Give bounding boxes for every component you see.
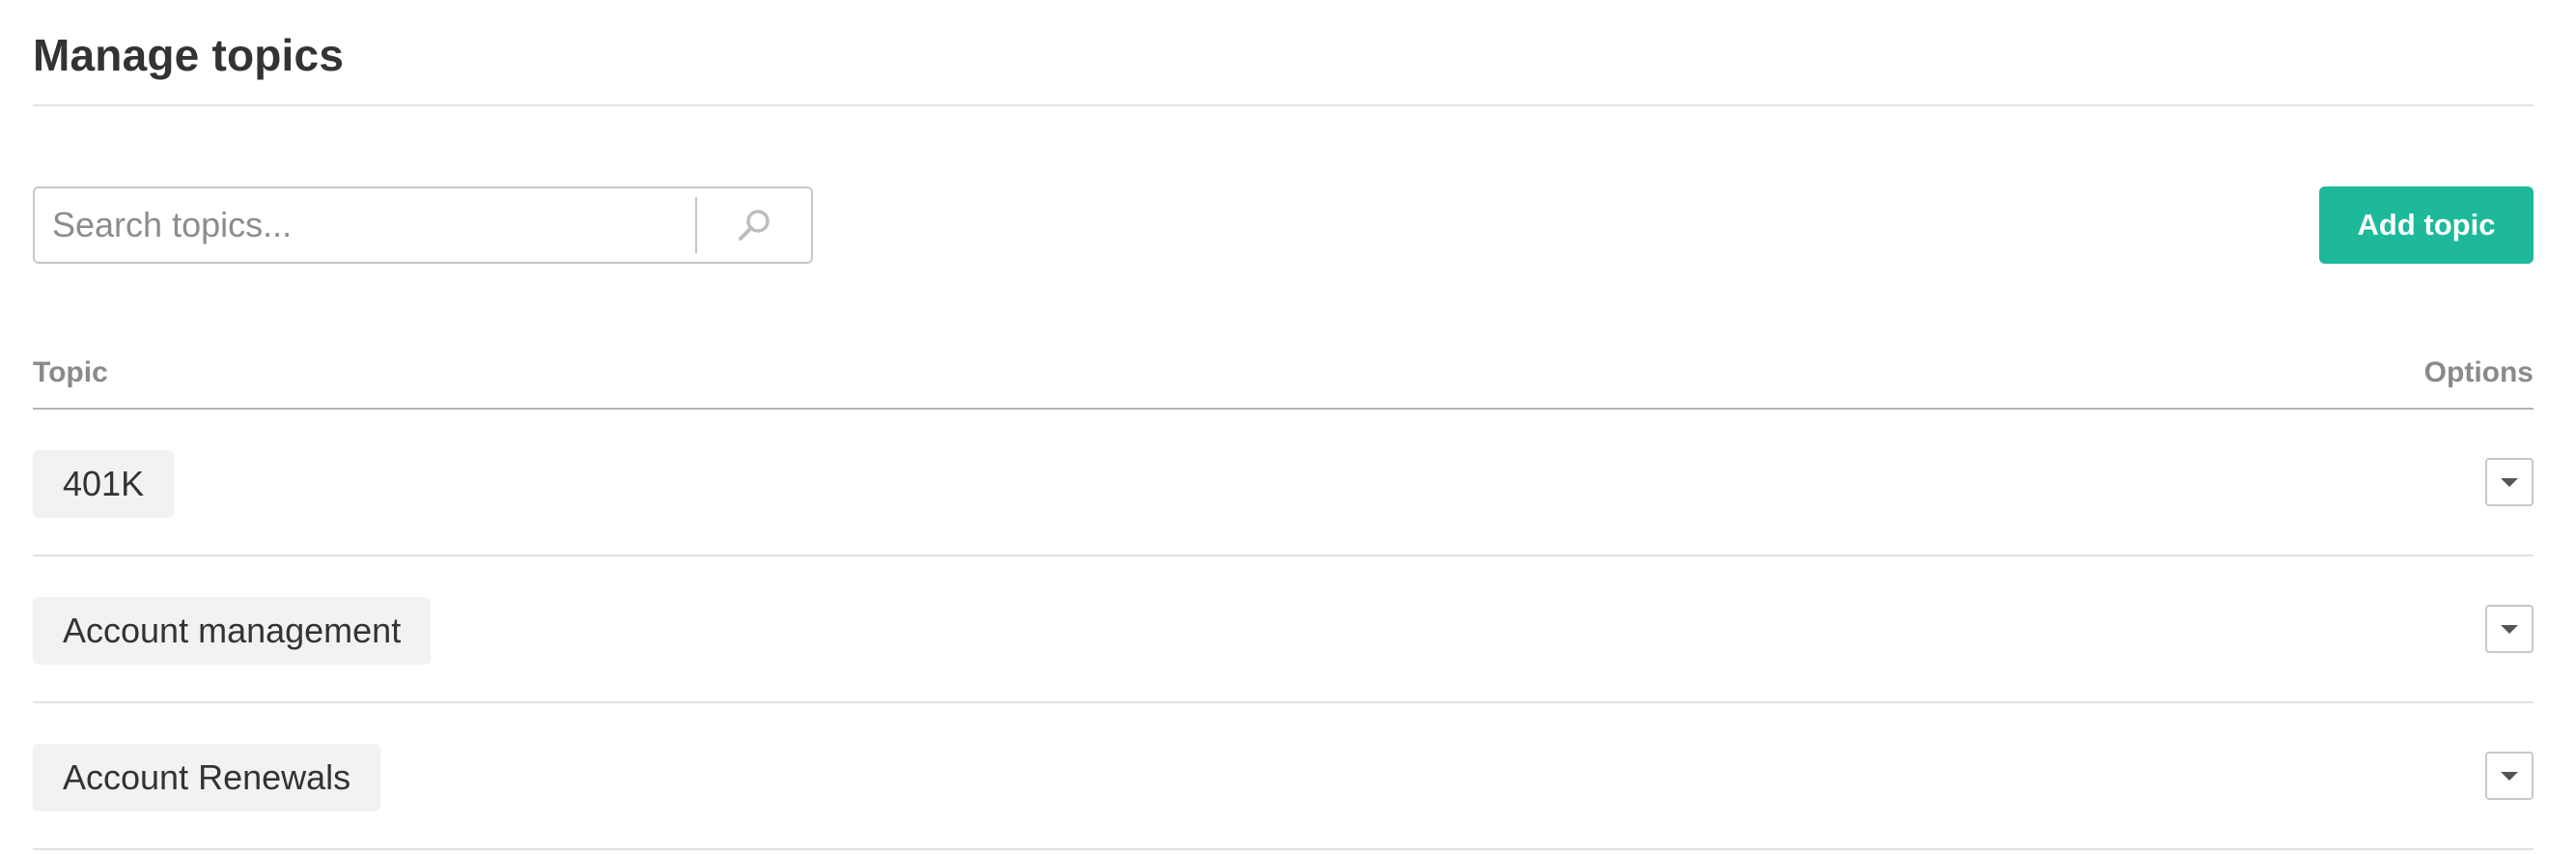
page-title: Manage topics <box>33 30 345 80</box>
search-button[interactable] <box>697 188 811 262</box>
options-dropdown-button[interactable] <box>2485 752 2534 800</box>
chevron-down-icon <box>2501 477 2518 487</box>
page-header: Manage topics <box>33 0 2534 106</box>
search-input[interactable] <box>35 188 695 262</box>
chevron-down-icon <box>2501 771 2518 781</box>
column-header-options: Options <box>2423 356 2534 388</box>
options-dropdown-button[interactable] <box>2485 458 2534 506</box>
options-dropdown-button[interactable] <box>2485 605 2534 653</box>
manage-topics-page: Manage topics Add topic Topic Options 40… <box>33 0 2534 850</box>
topic-chip[interactable]: Account management <box>33 597 432 665</box>
add-topic-button[interactable]: Add topic <box>2319 186 2534 264</box>
table-row: Account Renewals <box>33 703 2534 850</box>
column-header-topic: Topic <box>33 356 108 388</box>
search-icon <box>739 210 770 241</box>
table-row: 401K <box>33 410 2534 556</box>
topics-table: Topic Options 401K Account management Ac… <box>33 346 2534 850</box>
table-row: Account management <box>33 556 2534 703</box>
chevron-down-icon <box>2501 624 2518 634</box>
toolbar: Add topic <box>33 186 2534 264</box>
search-box <box>33 186 813 264</box>
topic-chip[interactable]: Account Renewals <box>33 744 381 811</box>
table-header: Topic Options <box>33 346 2534 410</box>
topic-chip[interactable]: 401K <box>33 450 175 518</box>
